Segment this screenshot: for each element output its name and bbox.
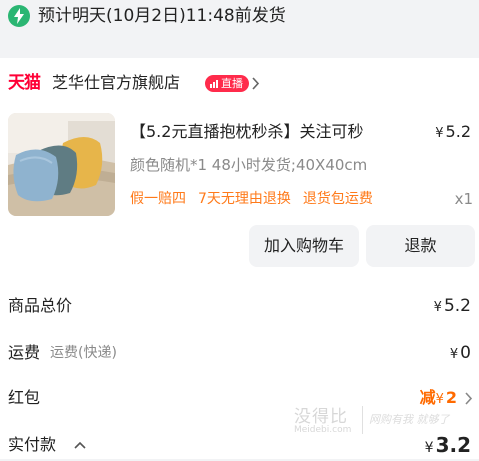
live-badge[interactable]: 直播 xyxy=(205,75,249,92)
paid-label[interactable]: 实付款 xyxy=(8,433,56,457)
redpacket-amount: 2 xyxy=(445,388,457,407)
product-price-value: 5.2 xyxy=(445,122,471,141)
currency-symbol: ¥ xyxy=(424,440,434,456)
redpacket-prefix: 减 xyxy=(419,388,436,407)
chevron-up-icon[interactable] xyxy=(74,441,86,449)
service-tag: 7天无理由退换 xyxy=(198,191,291,207)
refund-button[interactable]: 退款 xyxy=(366,225,475,267)
paid-amount: 3.2 xyxy=(435,433,471,457)
tmall-logo[interactable]: 天猫 xyxy=(8,71,41,95)
redpacket-label: 红包 xyxy=(8,388,41,407)
currency-symbol: ¥ xyxy=(435,392,444,407)
delivery-estimate: 预计明天(10月2日)11:48前发货 xyxy=(38,6,286,26)
total-price-label: 商品总价 xyxy=(8,296,73,315)
product-price: ¥5.2 xyxy=(435,120,471,146)
chevron-right-icon[interactable] xyxy=(251,77,260,90)
currency-symbol: ¥ xyxy=(449,347,459,362)
order-card: 天猫 芝华仕官方旗舰店 直播 【5.2元直播抱枕秒杀】关注可秒 ¥5.2 颜色随… xyxy=(0,58,479,459)
redpacket-value[interactable]: 减¥ 2 xyxy=(420,386,457,412)
shipping-method: 运费(快递) xyxy=(50,345,117,361)
product-spec: 颜色随机*1 48小时发货;40X40cm xyxy=(130,156,368,174)
product-title[interactable]: 【5.2元直播抱枕秒杀】关注可秒 xyxy=(130,120,363,144)
live-badge-label: 直播 xyxy=(221,77,243,90)
shipping-amount: 0 xyxy=(460,343,471,363)
lightning-icon xyxy=(8,5,30,27)
shipping-label: 运费 xyxy=(8,343,41,362)
chevron-right-icon[interactable] xyxy=(464,392,473,405)
live-bars-icon xyxy=(210,80,218,88)
watermark-domain: Meidebi.com xyxy=(294,425,352,435)
delivery-bar: 预计明天(10月2日)11:48前发货 xyxy=(0,0,479,42)
shipping-value: ¥0 xyxy=(450,341,471,367)
product-quantity: x1 xyxy=(454,190,473,208)
service-tags[interactable]: 假一赔四 7天无理由退换 退货包运费 xyxy=(130,188,385,210)
shop-name[interactable]: 芝华仕官方旗舰店 xyxy=(52,71,180,95)
watermark-slogan: 网购有我 就够了 xyxy=(369,413,450,426)
watermark-logo: 没得比 xyxy=(294,407,348,427)
add-to-cart-button[interactable]: 加入购物车 xyxy=(249,225,359,267)
service-tag: 假一赔四 xyxy=(130,191,186,207)
paid-value: ¥3.2 xyxy=(425,432,471,461)
currency-symbol: ¥ xyxy=(433,300,442,315)
total-price-amount: 5.2 xyxy=(443,296,471,316)
total-price-value: ¥5.2 xyxy=(434,294,471,320)
service-tag: 退货包运费 xyxy=(302,191,373,207)
watermark-divider xyxy=(362,406,363,434)
product-thumbnail[interactable] xyxy=(8,113,115,216)
currency-symbol: ¥ xyxy=(435,126,444,141)
